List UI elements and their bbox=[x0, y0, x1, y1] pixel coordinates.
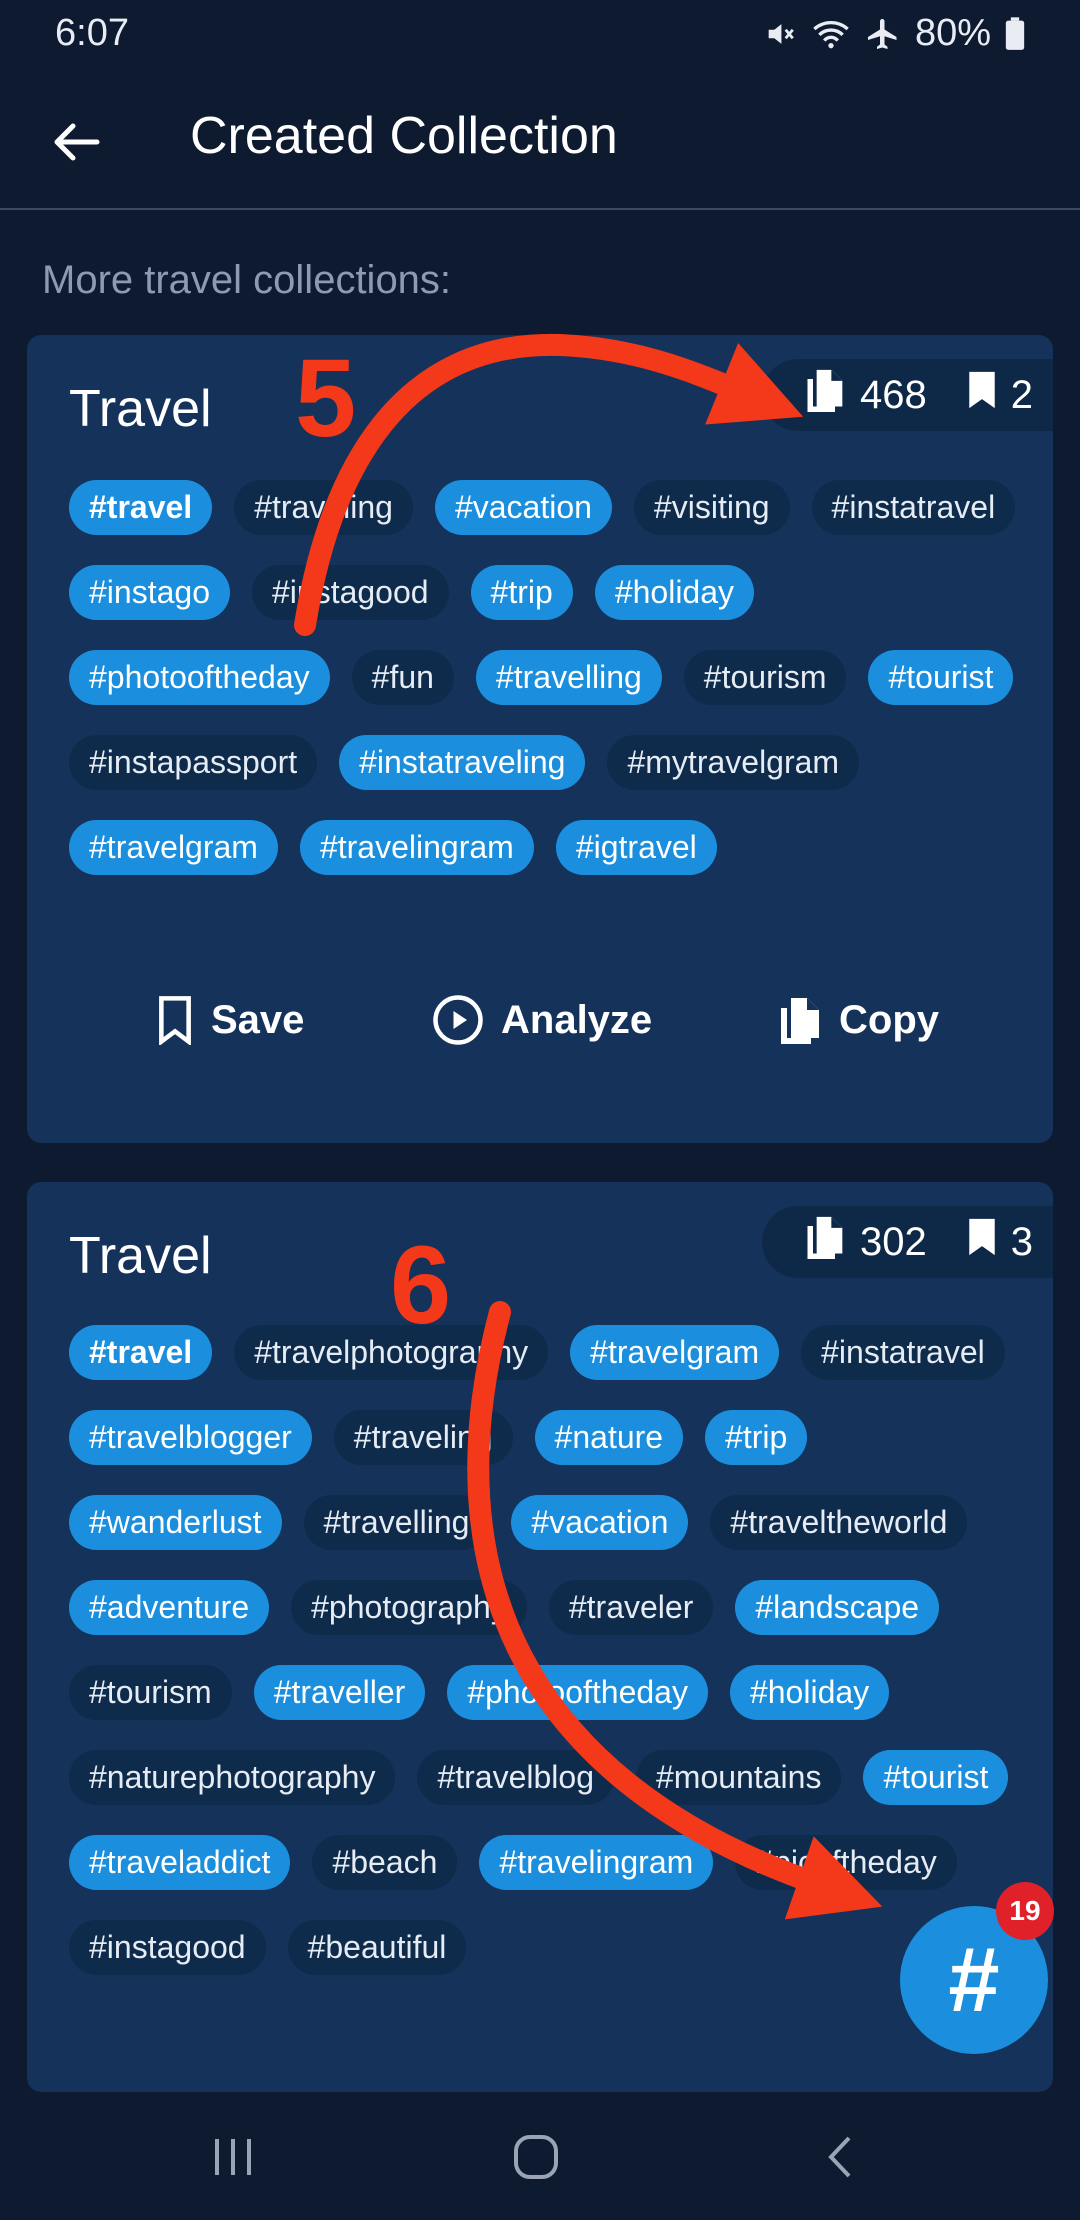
hashtag-chip[interactable]: #travelgram bbox=[570, 1325, 780, 1380]
hashtag-chip[interactable]: #traveling bbox=[333, 1410, 513, 1465]
save-button[interactable]: Save bbox=[155, 975, 304, 1065]
hashtag-chip[interactable]: #instatravel bbox=[811, 480, 1016, 535]
copy-count-icon bbox=[802, 1213, 846, 1271]
hashtag-chip[interactable]: #instatraveling bbox=[339, 735, 586, 790]
hashtag-chip[interactable]: #travelblog bbox=[417, 1750, 614, 1805]
hashtag-chip[interactable]: #trip bbox=[705, 1410, 808, 1465]
hashtag-chip[interactable]: #tourism bbox=[683, 650, 847, 705]
bookmark-count-icon bbox=[967, 1217, 997, 1267]
status-time: 6:07 bbox=[55, 12, 129, 54]
hashtag-chip[interactable]: #mytravelgram bbox=[607, 735, 860, 790]
copy-count-icon bbox=[802, 366, 846, 424]
hashtag-chip[interactable]: #trip bbox=[470, 565, 573, 620]
card-title: Travel bbox=[69, 380, 212, 438]
hashtag-chip[interactable]: #nature bbox=[534, 1410, 684, 1465]
hashtag-chip[interactable]: #beach bbox=[312, 1835, 458, 1890]
hashtag-chip[interactable]: #picoftheday bbox=[735, 1835, 957, 1890]
recents-icon bbox=[215, 2139, 251, 2175]
hashtag-chip[interactable]: #landscape bbox=[735, 1580, 940, 1635]
hashtag-chip[interactable]: #photooftheday bbox=[69, 650, 330, 705]
hashtag-chip[interactable]: #visiting bbox=[633, 480, 790, 535]
annotation-step-6: 6 bbox=[390, 1224, 452, 1347]
back-nav-button[interactable] bbox=[800, 2122, 880, 2192]
hashtag-chip[interactable]: #naturephotography bbox=[69, 1750, 396, 1805]
hashtag-chip[interactable]: #beautiful bbox=[287, 1920, 467, 1975]
recent-apps-button[interactable] bbox=[193, 2122, 273, 2192]
copy-icon bbox=[781, 998, 819, 1044]
section-label: More travel collections: bbox=[42, 258, 452, 302]
hashtag-chip[interactable]: #vacation bbox=[434, 480, 612, 535]
mute-icon bbox=[763, 17, 797, 51]
collection-card: Travel 468 2 #travel #traveling #vacation #… bbox=[27, 335, 1053, 1143]
copy-label: Copy bbox=[839, 997, 939, 1042]
hashtag-chip[interactable]: #traveller bbox=[253, 1665, 426, 1720]
analyze-button[interactable]: Analyze bbox=[431, 975, 652, 1065]
copy-count: 468 bbox=[860, 372, 927, 417]
hashtag-chip[interactable]: #travelingram bbox=[479, 1835, 714, 1890]
card-stats: 468 2 bbox=[762, 359, 1053, 431]
hashtag-chip[interactable]: #traveladdict bbox=[69, 1835, 291, 1890]
hashtag-chip[interactable]: #tourist bbox=[868, 650, 1014, 705]
hashtag-chip[interactable]: #photooftheday bbox=[447, 1665, 708, 1720]
card-actions: Save Analyze Copy bbox=[27, 975, 1053, 1065]
notification-badge: 19 bbox=[996, 1882, 1054, 1940]
hashtag-chip[interactable]: #igtravel bbox=[555, 820, 717, 875]
hashtag-chip[interactable]: #instagood bbox=[69, 1920, 266, 1975]
hashtag-chip[interactable]: #traveltheworld bbox=[710, 1495, 968, 1550]
hashtag-chip[interactable]: #instapassport bbox=[69, 735, 318, 790]
bookmark-icon bbox=[159, 996, 191, 1045]
hashtag-chip[interactable]: #travelling bbox=[303, 1495, 490, 1550]
back-button[interactable] bbox=[40, 106, 112, 178]
hashtag-chip[interactable]: #travelblogger bbox=[69, 1410, 312, 1465]
hashtag-chip[interactable]: #vacation bbox=[511, 1495, 689, 1550]
hashtag-chip[interactable]: #tourist bbox=[863, 1750, 1009, 1805]
wifi-icon bbox=[811, 17, 851, 51]
hashtag-chip[interactable]: #mountains bbox=[636, 1750, 842, 1805]
chevron-left-icon bbox=[828, 2136, 851, 2178]
arrow-left-icon bbox=[54, 123, 100, 161]
hashtag-chip[interactable]: #travelgram bbox=[69, 820, 278, 875]
page-title: Created Collection bbox=[190, 107, 618, 165]
home-icon bbox=[514, 2135, 558, 2179]
hashtag-chip[interactable]: #traveling bbox=[234, 480, 413, 535]
play-circle-icon bbox=[433, 995, 483, 1045]
battery-icon bbox=[1005, 16, 1025, 51]
save-count: 2 bbox=[1010, 372, 1033, 417]
hashtag-chip[interactable]: #travelingram bbox=[299, 820, 534, 875]
hashtag-chip[interactable]: #instatravel bbox=[801, 1325, 1005, 1380]
copy-count: 302 bbox=[860, 1219, 927, 1264]
status-icons: 80% bbox=[763, 12, 1025, 55]
hashtag-chip[interactable]: #travelling bbox=[475, 650, 662, 705]
hashtag-chip[interactable]: #traveler bbox=[548, 1580, 714, 1635]
hashtag-chip[interactable]: #adventure bbox=[69, 1580, 270, 1635]
save-count: 3 bbox=[1010, 1219, 1033, 1264]
battery-label: 80% bbox=[914, 12, 991, 54]
status-bar: 6:07 80% bbox=[0, 0, 1080, 70]
hashtag-chip[interactable]: #instagood bbox=[251, 565, 449, 620]
collection-card: Travel 302 3 #travel #travelphotography #t… bbox=[27, 1182, 1053, 2092]
hashtag-chip[interactable]: #fun bbox=[351, 650, 454, 705]
save-label: Save bbox=[211, 997, 305, 1042]
hashtag-chip[interactable]: #instago bbox=[69, 565, 230, 620]
airplane-icon bbox=[865, 16, 901, 52]
hashtag-chip[interactable]: #travel bbox=[69, 480, 213, 535]
app-bar: Created Collection bbox=[0, 70, 1080, 210]
hashtag-chip[interactable]: #holiday bbox=[729, 1665, 890, 1720]
annotation-step-5: 5 bbox=[295, 337, 357, 460]
copy-button[interactable]: Copy bbox=[775, 975, 939, 1065]
hashtag-chip[interactable]: #holiday bbox=[594, 565, 755, 620]
card-title: Travel bbox=[69, 1227, 212, 1285]
home-button[interactable] bbox=[496, 2122, 576, 2192]
hashtag-chip[interactable]: #tourism bbox=[69, 1665, 232, 1720]
hashtag-chip[interactable]: #photography bbox=[291, 1580, 527, 1635]
tag-list: #travel #traveling #vacation #visiting #inst… bbox=[69, 480, 1029, 875]
hashtag-chip[interactable]: #wanderlust bbox=[69, 1495, 282, 1550]
tag-list: #travel #travelphotography #travelgram #ins… bbox=[69, 1325, 1029, 1975]
card-stats: 302 3 bbox=[762, 1206, 1053, 1278]
hashtag-chip[interactable]: #travel bbox=[69, 1325, 213, 1380]
system-nav-bar bbox=[0, 2092, 1080, 2220]
bookmark-count-icon bbox=[967, 370, 997, 420]
analyze-label: Analyze bbox=[501, 997, 653, 1042]
